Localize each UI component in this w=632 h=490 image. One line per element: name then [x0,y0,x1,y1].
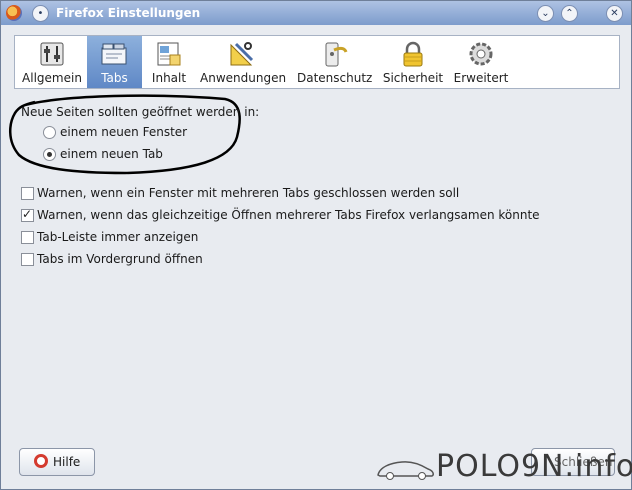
lifebuoy-icon [34,454,48,468]
tab-inhalt-label: Inhalt [151,71,187,85]
preferences-window: • Firefox Einstellungen ⌄ ⌃ ✕ Allgemein [0,0,632,490]
category-toolbar: Allgemein Tabs Inhalt Anwendungen Datens… [14,35,620,89]
radio-new-window-label[interactable]: einem neuen Fenster [60,125,187,139]
checkbox-always-show-tabbar[interactable] [21,231,34,244]
checkbox-open-in-foreground[interactable] [21,253,34,266]
checkbox-warn-on-close[interactable] [21,187,34,200]
help-button-label: Hilfe [53,455,81,469]
tab-inhalt[interactable]: Inhalt [145,36,193,88]
radio-new-window[interactable] [43,126,56,139]
close-icon[interactable]: ✕ [606,5,623,22]
tab-anwendungen[interactable]: Anwendungen [200,36,287,88]
title-bar[interactable]: • Firefox Einstellungen ⌄ ⌃ ✕ [1,1,631,25]
checkbox-warn-on-open[interactable] [21,207,34,222]
tab-datenschutz[interactable]: Datenschutz [297,36,372,88]
window-title: Firefox Einstellungen [56,6,201,20]
checkbox-warn-on-close-label[interactable]: Warnen, wenn ein Fenster mit mehreren Ta… [37,186,459,200]
maximize-icon[interactable]: ⌃ [561,5,578,22]
tab-sicherheit-label: Sicherheit [382,71,444,85]
watermark: POLO9N.info [376,449,632,485]
watermark-text: POLO9N.info [436,449,632,484]
tab-allgemein-label: Allgemein [22,71,82,85]
switches-icon [40,42,64,66]
radio-new-tab[interactable] [43,148,56,161]
minimize-icon[interactable]: ⌄ [537,5,554,22]
new-pages-label: Neue Seiten sollten geöffnet werden in: [21,105,260,119]
radio-new-tab-label[interactable]: einem neuen Tab [60,147,163,161]
firefox-icon[interactable] [6,5,22,21]
tab-sicherheit[interactable]: Sicherheit [381,36,445,88]
tab-anwendungen-label: Anwendungen [200,71,287,85]
applications-icon [230,42,254,66]
tab-allgemein[interactable]: Allgemein [17,36,87,88]
tab-erweitert[interactable]: Erweitert [453,36,509,88]
privacy-icon [325,42,348,67]
tab-datenschutz-label: Datenschutz [297,71,373,85]
tabs-icon [101,43,127,65]
car-logo-icon [377,461,434,480]
checkbox-warn-on-open-label[interactable]: Warnen, wenn das gleichzeitige Öffnen me… [37,208,540,222]
tab-erweitert-label: Erweitert [453,71,509,85]
help-button[interactable]: Hilfe [19,448,95,476]
tab-tabs-label: Tabs [101,71,128,85]
lock-icon [403,41,423,67]
content-icon [157,42,181,66]
tab-tabs[interactable]: Tabs [87,36,142,88]
window-menu-icon[interactable]: • [32,5,49,22]
checkbox-always-show-tabbar-label[interactable]: Tab-Leiste immer anzeigen [37,230,198,244]
gear-icon [469,42,493,66]
checkbox-open-in-foreground-label[interactable]: Tabs im Vordergrund öffnen [37,252,203,266]
